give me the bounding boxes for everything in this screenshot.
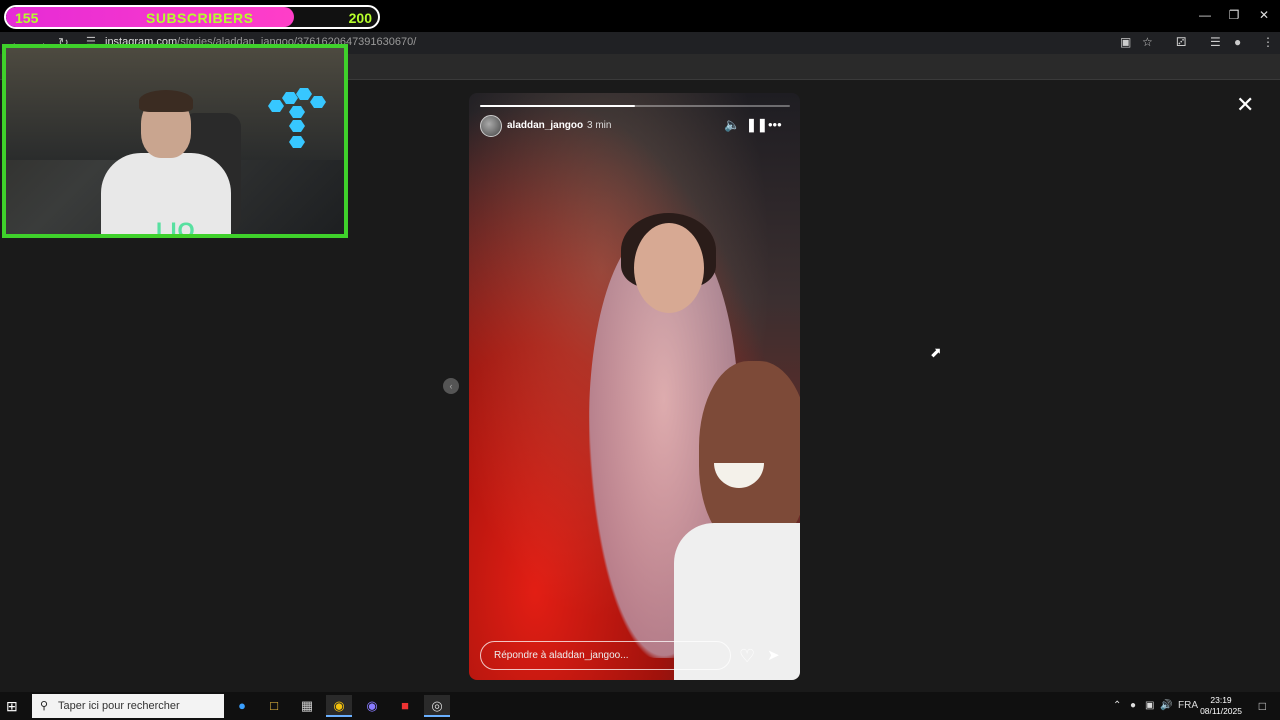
language-indicator[interactable]: FRA bbox=[1178, 700, 1198, 711]
voicemeeter-icon[interactable]: ■ bbox=[392, 695, 418, 717]
extensions-icon[interactable]: ⚂ bbox=[1176, 35, 1186, 49]
edge-icon[interactable]: ● bbox=[229, 695, 255, 717]
subscriber-label: SUBSCRIBERS bbox=[146, 10, 254, 26]
pause-icon[interactable]: ❚❚ bbox=[746, 117, 768, 133]
heart-icon[interactable]: ♡ bbox=[739, 646, 755, 667]
profile-avatar-icon[interactable]: ● bbox=[1234, 35, 1241, 49]
close-story-icon[interactable]: ✕ bbox=[1236, 94, 1254, 116]
webcam-person-hair bbox=[139, 90, 193, 112]
install-app-icon[interactable]: ▣ bbox=[1120, 35, 1131, 49]
microphone-icon[interactable]: ● bbox=[1130, 700, 1136, 711]
story-user-avatar[interactable] bbox=[480, 115, 502, 137]
clock-time: 23:19 bbox=[1210, 695, 1232, 705]
reply-field[interactable] bbox=[480, 641, 731, 670]
taskbar: ⊞ ⚲ Taper ici pour rechercher ● □ ▦ ◉ ◉ … bbox=[0, 692, 1280, 720]
restore-icon[interactable]: ❐ bbox=[1219, 6, 1249, 24]
taskbar-search[interactable]: ⚲ Taper ici pour rechercher bbox=[32, 694, 224, 718]
search-icon: ⚲ bbox=[40, 700, 49, 712]
file-explorer-icon[interactable]: □ bbox=[261, 695, 287, 717]
media-control-icon[interactable]: ☰ bbox=[1210, 35, 1221, 49]
chrome-icon[interactable]: ◉ bbox=[326, 695, 352, 717]
subscriber-count: 155 bbox=[15, 10, 39, 26]
more-options-icon[interactable]: ••• bbox=[768, 117, 782, 132]
obs-icon[interactable]: ◎ bbox=[424, 695, 450, 717]
previous-story-icon[interactable]: ‹ bbox=[443, 378, 459, 394]
reply-input[interactable] bbox=[481, 642, 730, 669]
taskbar-search-placeholder: Taper ici pour rechercher bbox=[58, 700, 180, 712]
discord-icon[interactable]: ◉ bbox=[359, 695, 385, 717]
subscriber-goal: 200 bbox=[348, 10, 372, 26]
webcam-logo: LIO bbox=[156, 218, 196, 238]
story-username[interactable]: aladdan_jangoo bbox=[507, 120, 583, 131]
story-card[interactable]: aladdan_jangoo 3 min 🔈 ❚❚ ••• ♡ ➤ bbox=[469, 93, 800, 680]
close-window-icon[interactable]: ✕ bbox=[1249, 6, 1279, 24]
volume-icon[interactable]: 🔊 bbox=[1160, 700, 1172, 711]
story-image-face bbox=[634, 223, 704, 313]
taskbar-clock[interactable]: 23:19 08/11/2025 bbox=[1200, 695, 1242, 717]
mouse-cursor-icon: ⬈ bbox=[930, 344, 942, 360]
network-icon[interactable]: ▣ bbox=[1145, 700, 1154, 711]
notification-icon[interactable]: □ bbox=[1259, 699, 1266, 713]
menu-kebab-icon[interactable]: ⋮ bbox=[1262, 35, 1274, 49]
story-progress-bar bbox=[480, 105, 790, 107]
send-icon[interactable]: ➤ bbox=[767, 646, 780, 664]
story-header: aladdan_jangoo 3 min 🔈 ❚❚ ••• bbox=[480, 115, 790, 137]
clock-date: 08/11/2025 bbox=[1200, 706, 1242, 716]
windows-start-icon[interactable]: ⊞ bbox=[6, 698, 18, 715]
title-bar: 155 SUBSCRIBERS 200 — ❐ ✕ bbox=[0, 0, 1280, 32]
subscriber-goal-bar: 155 SUBSCRIBERS 200 bbox=[4, 5, 380, 29]
minimize-icon[interactable]: — bbox=[1190, 6, 1220, 24]
bookmark-star-icon[interactable]: ☆ bbox=[1142, 35, 1153, 49]
story-progress-fill bbox=[480, 105, 635, 107]
store-icon[interactable]: ▦ bbox=[294, 695, 320, 717]
webcam-overlay: LIO bbox=[2, 44, 348, 238]
tray-chevron-icon[interactable]: ⌃ bbox=[1113, 700, 1121, 711]
mute-icon[interactable]: 🔈 bbox=[724, 117, 740, 133]
story-time-ago: 3 min bbox=[587, 120, 612, 131]
